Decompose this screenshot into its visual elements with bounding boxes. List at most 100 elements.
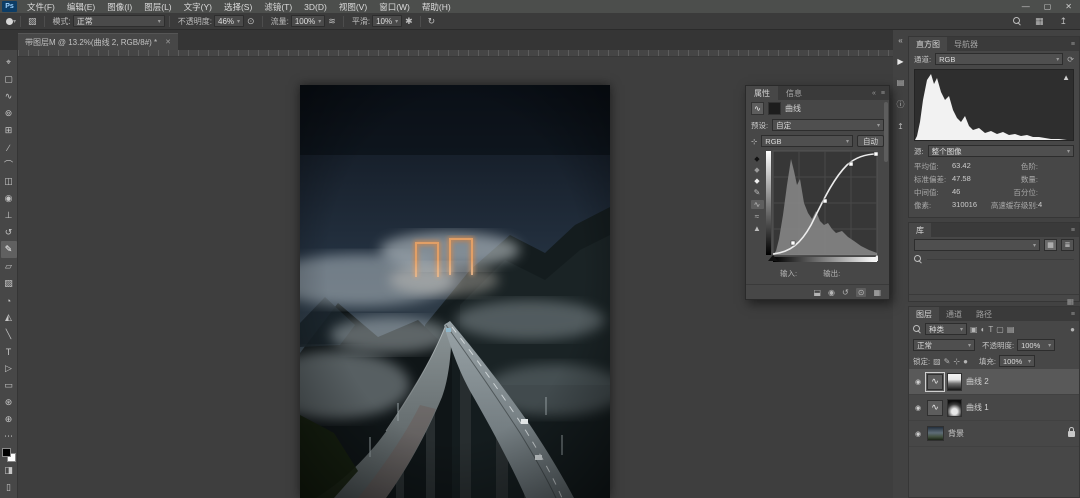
layer-row-background[interactable]: ◉ 背景 <box>909 421 1079 447</box>
brush-preset-caret-icon[interactable]: ▾ <box>13 18 16 25</box>
export-panel-icon[interactable]: ↥ <box>897 122 904 131</box>
layers-opacity-field[interactable]: 100%▾ <box>1017 339 1055 351</box>
panel-scrollbar[interactable] <box>884 102 888 162</box>
tab-channels[interactable]: 通道 <box>939 307 969 321</box>
crop-tool[interactable]: ⊞ <box>1 122 17 139</box>
shape-tool[interactable]: ▭ <box>1 377 17 394</box>
lasso-tool[interactable]: ∿ <box>1 88 17 105</box>
workspace-switcher-icon[interactable]: ▦ <box>1035 16 1044 27</box>
path-selection-tool[interactable]: ▷ <box>1 360 17 377</box>
lock-paint-icon[interactable]: ✎ <box>944 357 951 366</box>
gradient-tool[interactable]: ▨ <box>1 275 17 292</box>
panel-menu-icon[interactable]: ≡ <box>1071 37 1079 51</box>
tab-info[interactable]: 信息 <box>778 86 810 100</box>
quick-selection-tool[interactable]: ⊚ <box>1 105 17 122</box>
tab-navigator[interactable]: 导航器 <box>947 37 985 51</box>
reset-adjustment-icon[interactable]: ↺ <box>842 288 849 297</box>
library-search-icon[interactable] <box>914 255 923 264</box>
patch-tool[interactable]: ◫ <box>1 173 17 190</box>
menu-window[interactable]: 窗口(W) <box>373 0 416 13</box>
lock-transparency-icon[interactable]: ▨ <box>933 357 941 366</box>
layer-row-curves-1[interactable]: ◉ ∿ 曲线 1 <box>909 395 1079 421</box>
brush-tool[interactable]: ✎ <box>1 241 17 258</box>
restore-button[interactable]: ▢ <box>1044 2 1052 11</box>
cached-data-warning-icon[interactable]: ▲ <box>1062 73 1070 82</box>
edit-toolbar-icon[interactable]: ⋯ <box>1 428 17 445</box>
document-image[interactable] <box>300 85 610 498</box>
grid-view-icon[interactable]: ▦ <box>1044 239 1057 251</box>
blur-tool[interactable]: ◔ <box>1 292 17 309</box>
type-tool[interactable]: T <box>1 343 17 360</box>
eye-icon[interactable]: ◉ <box>913 430 923 438</box>
curves-adjustment-thumbnail[interactable]: ∿ <box>927 400 943 416</box>
marquee-tool[interactable]: ▢ <box>1 71 17 88</box>
background-layer-thumbnail[interactable] <box>927 426 944 441</box>
pencil-curve-icon[interactable]: ✎ <box>754 188 761 197</box>
gray-point-eyedropper-icon[interactable]: ◆ <box>754 166 759 174</box>
curves-graph[interactable] <box>766 149 878 267</box>
document-close-icon[interactable]: ✕ <box>165 38 171 46</box>
tab-histogram[interactable]: 直方图 <box>909 37 947 51</box>
delete-adjustment-icon[interactable]: ▦ <box>873 288 881 297</box>
preset-select[interactable]: 自定▾ <box>772 119 884 131</box>
lock-all-icon[interactable]: ● <box>963 357 968 366</box>
info-panel-icon[interactable]: ⓘ <box>897 99 905 110</box>
tab-properties[interactable]: 属性 <box>746 86 778 100</box>
view-previous-state-icon[interactable]: ◉ <box>828 288 835 297</box>
black-point-eyedropper-icon[interactable]: ◆ <box>754 155 759 163</box>
menu-help[interactable]: 帮助(H) <box>416 0 457 13</box>
eraser-tool[interactable]: ▱ <box>1 258 17 275</box>
panel-menu-icon[interactable]: ≡ <box>1071 307 1079 321</box>
channel-select[interactable]: RGB▾ <box>761 135 853 147</box>
layer-filter-type-select[interactable]: 种类▾ <box>925 323 967 335</box>
menu-edit[interactable]: 编辑(E) <box>61 0 101 13</box>
delete-library-item-icon[interactable]: ▦ <box>1067 297 1074 306</box>
menu-3d[interactable]: 3D(D) <box>298 0 333 13</box>
list-view-icon[interactable]: ≣ <box>1061 239 1074 251</box>
airbrush-icon[interactable]: ≋ <box>328 16 336 27</box>
clip-display-icon[interactable]: ▲ <box>753 224 761 233</box>
filter-shape-layers-icon[interactable]: ▢ <box>996 325 1004 334</box>
brush-panel-toggle-icon[interactable]: ▨ <box>28 16 37 27</box>
pressure-opacity-icon[interactable]: ⊙ <box>247 16 255 27</box>
tab-layers[interactable]: 图层 <box>909 307 939 321</box>
menu-layer[interactable]: 图层(L) <box>138 0 177 13</box>
history-brush-tool[interactable]: ↺ <box>1 224 17 241</box>
spot-healing-tool[interactable]: ⌒ <box>1 156 17 173</box>
library-select[interactable]: ▾ <box>914 239 1040 251</box>
curves-adjustment-thumbnail[interactable]: ∿ <box>927 374 943 390</box>
blend-mode-select[interactable]: 正常▾ <box>73 15 165 27</box>
brush-angle-icon[interactable]: ↻ <box>428 16 436 27</box>
white-point-eyedropper-icon[interactable]: ◆ <box>754 177 759 185</box>
edit-points-icon[interactable]: ∿ <box>751 200 764 209</box>
menu-file[interactable]: 文件(F) <box>21 0 61 13</box>
screen-mode-icon[interactable]: ▯ <box>1 479 17 496</box>
hand-tool[interactable]: ⊛ <box>1 394 17 411</box>
panel-menu-icon[interactable]: ≡ <box>881 90 885 97</box>
tab-paths[interactable]: 路径 <box>969 307 999 321</box>
brush-preset-icon[interactable] <box>6 18 13 25</box>
layer-row-curves-2[interactable]: ◉ ∿ 曲线 2 <box>909 369 1079 395</box>
clip-to-layer-icon[interactable]: ⬓ <box>813 288 821 297</box>
filter-toggle-icon[interactable]: ● <box>1070 325 1075 334</box>
pen-tool[interactable]: ╲ <box>1 326 17 343</box>
close-button[interactable]: ✕ <box>1065 2 1072 11</box>
flow-field[interactable]: 100%▾ <box>291 15 325 27</box>
zoom-tool[interactable]: ⊕ <box>1 411 17 428</box>
lock-move-icon[interactable]: ⊹ <box>953 357 960 366</box>
histogram-channel-select[interactable]: RGB▾ <box>935 53 1063 65</box>
panel-menu-icon[interactable]: ≡ <box>1071 223 1079 237</box>
search-icon[interactable] <box>1013 17 1022 26</box>
blend-mode-select[interactable]: 正常▾ <box>913 339 975 351</box>
collapse-panel-icon[interactable]: « <box>872 90 876 97</box>
refresh-histogram-icon[interactable]: ⟳ <box>1067 55 1074 64</box>
layer-name[interactable]: 背景 <box>948 428 964 439</box>
move-tool[interactable]: ⌖ <box>1 54 17 71</box>
eye-icon[interactable]: ◉ <box>913 378 923 386</box>
auto-button[interactable]: 自动 <box>857 135 884 147</box>
actions-panel-icon[interactable]: ▶ <box>897 57 903 66</box>
layer-mask-thumbnail[interactable] <box>947 399 962 417</box>
layer-name[interactable]: 曲线 1 <box>966 402 989 413</box>
minimize-button[interactable]: — <box>1022 2 1030 11</box>
dodge-tool[interactable]: ◭ <box>1 309 17 326</box>
